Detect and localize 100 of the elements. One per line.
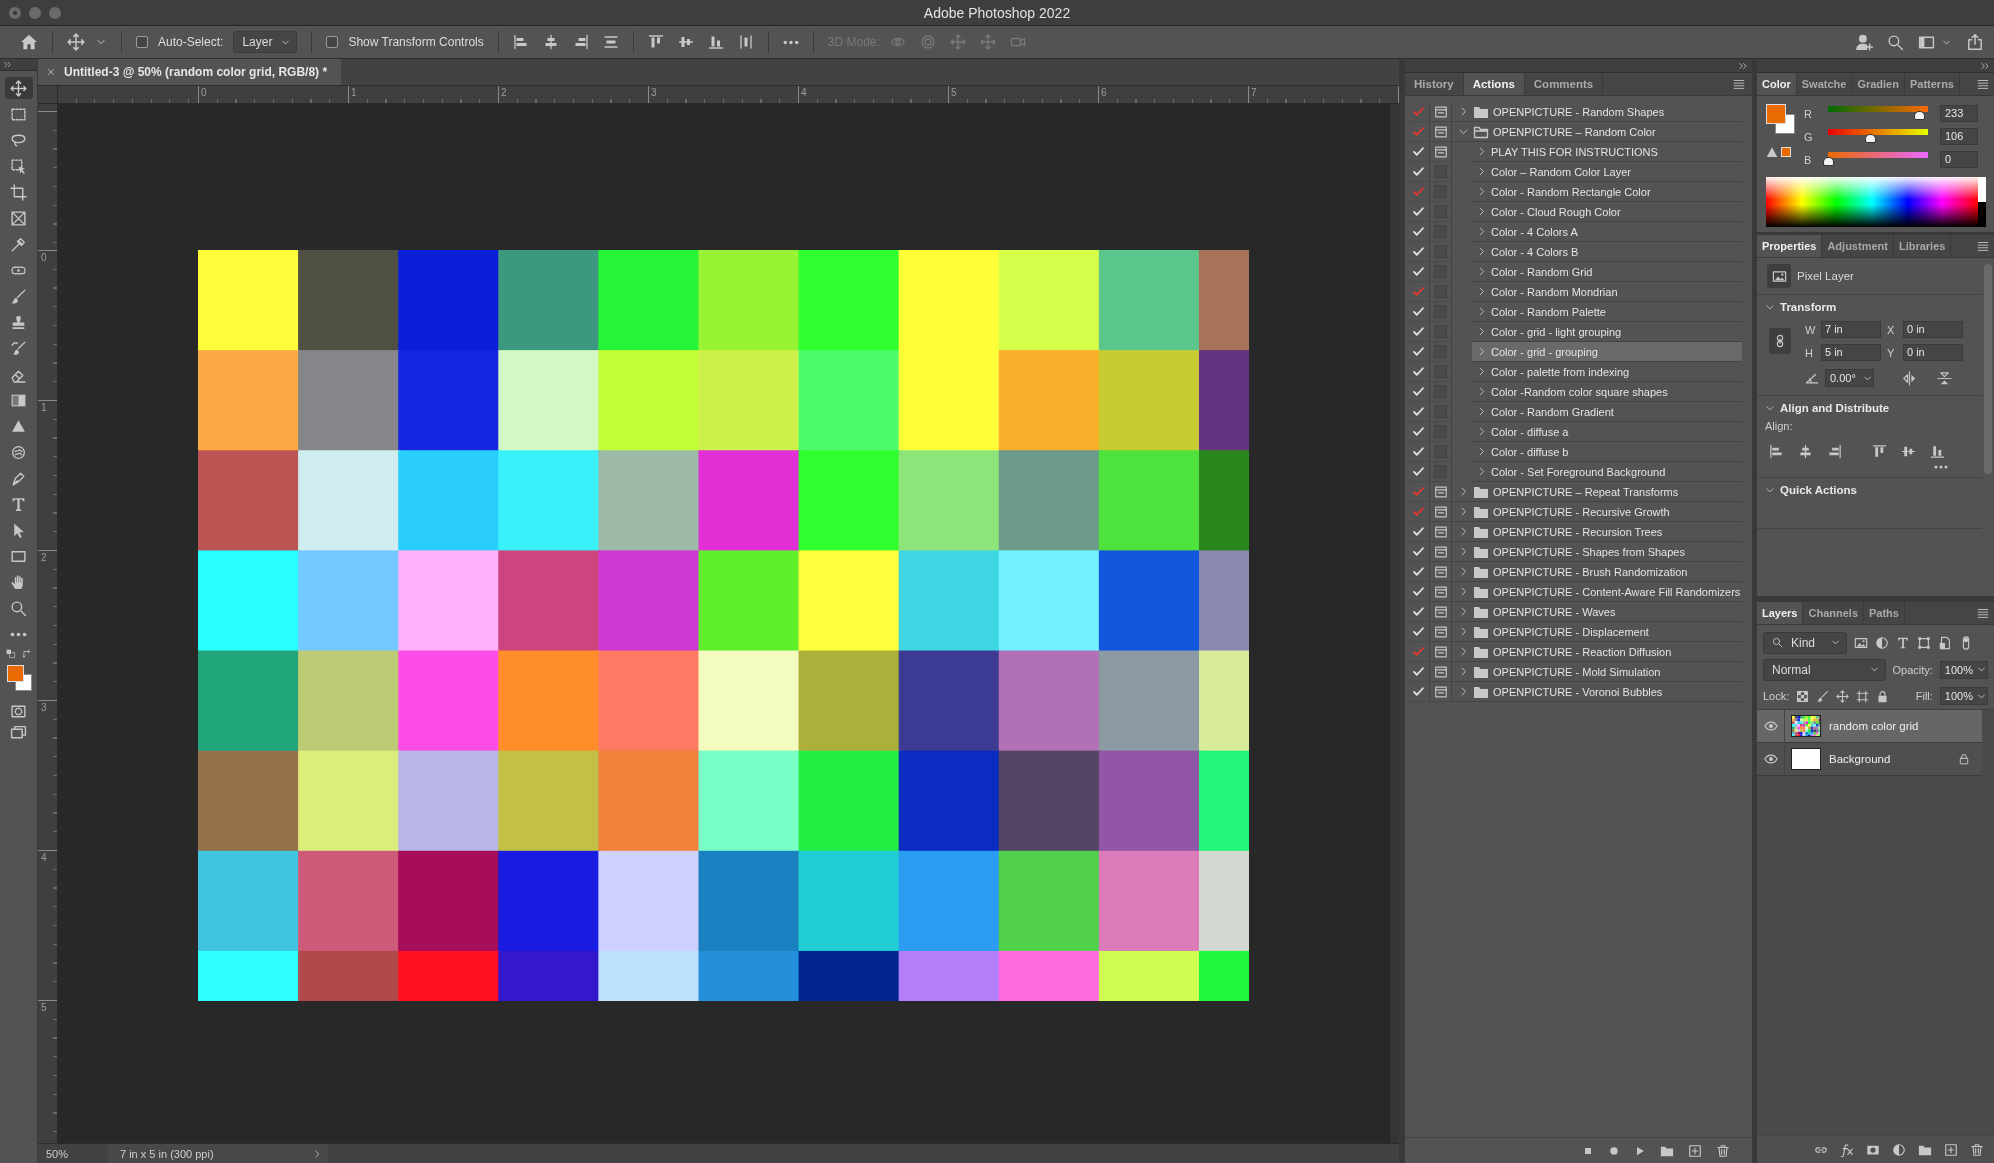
chevron-icon[interactable]	[312, 1148, 322, 1159]
check-icon[interactable]	[1412, 525, 1425, 538]
check-icon[interactable]	[1412, 265, 1425, 278]
lock-icon[interactable]	[1958, 753, 1970, 765]
check-icon[interactable]	[1412, 685, 1425, 698]
collapse-icon[interactable]	[1980, 60, 1990, 71]
close-icon[interactable]	[46, 67, 56, 77]
panel-tab[interactable]: Color	[1757, 73, 1797, 95]
color-swatches[interactable]	[1766, 104, 1796, 134]
check-icon[interactable]	[1412, 585, 1425, 598]
home-icon[interactable]	[20, 33, 38, 51]
slider-thumb[interactable]	[1823, 157, 1834, 166]
check-icon[interactable]	[1412, 305, 1425, 318]
check-icon[interactable]	[1412, 285, 1425, 298]
dialog-icon[interactable]	[1433, 544, 1448, 559]
check-icon[interactable]	[1412, 125, 1425, 138]
warning-icon[interactable]	[1766, 146, 1778, 158]
check-icon[interactable]	[1412, 365, 1425, 378]
move-tool-icon[interactable]	[67, 33, 85, 51]
document-tab[interactable]: Untitled-3 @ 50% (random color grid, RGB/8) *	[38, 59, 342, 85]
link-button[interactable]	[1769, 328, 1791, 354]
align-top-icon[interactable]	[647, 34, 664, 50]
align-left-icon[interactable]	[1769, 444, 1784, 459]
blend-mode-dropdown[interactable]: Normal	[1763, 658, 1886, 681]
swap-icon[interactable]	[21, 649, 32, 659]
panel-tab[interactable]: Layers	[1757, 602, 1804, 624]
workspace-icon[interactable]	[1918, 33, 1935, 51]
check-icon[interactable]	[1412, 165, 1425, 178]
color-spectrum[interactable]	[1766, 177, 1978, 227]
move-icon[interactable]	[1836, 689, 1850, 703]
collapse-icon[interactable]	[3, 60, 12, 69]
eye-icon[interactable]	[1763, 719, 1778, 733]
check-icon[interactable]	[1412, 485, 1425, 498]
tool-button[interactable]	[4, 77, 33, 99]
distribute-icon[interactable]	[602, 34, 619, 50]
check-icon[interactable]	[1412, 425, 1425, 438]
dialog-icon[interactable]	[1433, 664, 1448, 679]
align-left-icon[interactable]	[512, 34, 529, 50]
section-title[interactable]: Align and Distribute	[1780, 402, 1890, 414]
panel-tab[interactable]: Gradien	[1852, 73, 1905, 95]
check-icon[interactable]	[1412, 105, 1425, 118]
check-icon[interactable]	[1412, 245, 1425, 258]
dialog-icon[interactable]	[1433, 504, 1448, 519]
check-icon[interactable]	[1412, 325, 1425, 338]
share-icon[interactable]	[1966, 33, 1984, 51]
fill-field[interactable]: 100%	[1939, 687, 1988, 705]
more-icon[interactable]	[1934, 465, 1948, 469]
value-field[interactable]: 0	[1940, 151, 1978, 168]
artboard-icon[interactable]	[1856, 689, 1870, 703]
dialog-icon[interactable]	[1433, 144, 1448, 159]
dialog-icon[interactable]	[1433, 104, 1448, 119]
chevron-icon[interactable]	[1765, 403, 1775, 413]
input-field[interactable]: 0 in	[1903, 321, 1963, 338]
check-icon[interactable]	[1412, 405, 1425, 418]
dialog-icon[interactable]	[1433, 564, 1448, 579]
layer-row[interactable]: random color grid	[1757, 710, 1982, 743]
panel-tab[interactable]: History	[1405, 73, 1464, 95]
panel-tab[interactable]: Patterns	[1904, 73, 1960, 95]
dialog-icon[interactable]	[1433, 584, 1448, 599]
check-icon[interactable]	[1412, 665, 1425, 678]
lock-pixels-icon[interactable]	[1796, 689, 1810, 703]
chevron-icon[interactable]	[1765, 485, 1775, 495]
checkbox[interactable]	[136, 36, 148, 48]
check-icon[interactable]	[1412, 645, 1425, 658]
align-center-icon[interactable]	[1798, 444, 1813, 459]
panel-tab[interactable]: Properties	[1757, 235, 1823, 257]
distribute-icon[interactable]	[737, 34, 754, 50]
play-icon[interactable]	[1634, 1144, 1646, 1157]
panel-tab[interactable]: Comments	[1524, 73, 1604, 95]
type-filter-icon[interactable]	[1896, 635, 1910, 650]
input-field[interactable]: 5 in	[1821, 344, 1881, 361]
trash-icon[interactable]	[1716, 1143, 1730, 1158]
menu-icon[interactable]	[1976, 239, 1990, 253]
check-icon[interactable]	[1412, 145, 1425, 158]
trash-icon[interactable]	[1970, 1142, 1984, 1157]
user-icon[interactable]	[1855, 33, 1873, 51]
check-icon[interactable]	[1412, 465, 1425, 478]
quick-mask-icon[interactable]	[10, 703, 27, 720]
align-bottom-icon[interactable]	[707, 34, 724, 50]
dialog-icon[interactable]	[1433, 644, 1448, 659]
panel-tab[interactable]: Adjustment	[1822, 235, 1894, 257]
smart-object-filter-icon[interactable]	[1938, 635, 1952, 650]
section-title[interactable]: Quick Actions	[1780, 484, 1857, 496]
adjustment-icon[interactable]	[1892, 1142, 1906, 1157]
check-icon[interactable]	[1412, 605, 1425, 618]
slider-thumb[interactable]	[1864, 134, 1876, 143]
input-field[interactable]: 0 in	[1903, 344, 1963, 361]
effects-icon[interactable]	[1840, 1142, 1854, 1157]
align-right-icon[interactable]	[1827, 444, 1842, 459]
new-layer-icon[interactable]	[1944, 1142, 1958, 1157]
angle-field[interactable]: 0.00°	[1825, 369, 1874, 387]
check-icon[interactable]	[1412, 185, 1425, 198]
check-icon[interactable]	[1412, 345, 1425, 358]
dialog-icon[interactable]	[1433, 624, 1448, 639]
window-button[interactable]	[9, 6, 21, 19]
search-icon[interactable]	[1887, 33, 1904, 51]
check-icon[interactable]	[1412, 385, 1425, 398]
check-icon[interactable]	[1412, 225, 1425, 238]
gamut-swatch[interactable]	[1781, 147, 1791, 157]
action-row[interactable]: Color - grid - grouping	[1472, 342, 1742, 362]
